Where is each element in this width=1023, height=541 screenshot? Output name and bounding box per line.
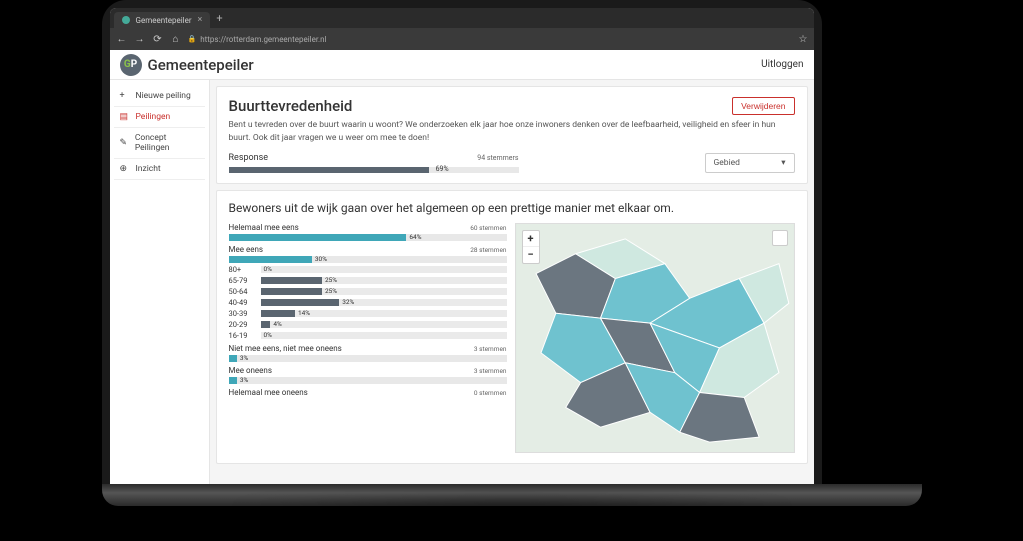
sidebar-item-label: Concept Peilingen xyxy=(135,133,199,153)
answer-count: 0 stemmen xyxy=(474,389,507,397)
browser-tab[interactable]: Gemeentepeiler × xyxy=(114,12,211,28)
answer-count: 3 stemmen xyxy=(474,345,507,353)
age-label: 40-49 xyxy=(229,298,261,307)
age-row: 65-79 25% xyxy=(229,276,507,285)
answer-label: Helemaal mee oneens xyxy=(229,388,308,397)
age-pct: 14% xyxy=(298,309,310,317)
sidebar-item-new-poll[interactable]: + Nieuwe peiling xyxy=(114,86,205,107)
age-pct: 4% xyxy=(273,320,281,328)
answer-label: Niet mee eens, niet mee oneens xyxy=(229,344,342,353)
browser-tab-bar: Gemeentepeiler × + xyxy=(110,8,814,28)
age-label: 20-29 xyxy=(229,320,261,329)
map[interactable]: + − xyxy=(515,223,795,453)
zoom-controls: + − xyxy=(522,230,540,264)
age-label: 65-79 xyxy=(229,276,261,285)
response-progress: 69% xyxy=(229,167,519,173)
age-label: 30-39 xyxy=(229,309,261,318)
age-pct: 25% xyxy=(325,276,337,284)
dashboard-icon: ⊕ xyxy=(120,164,130,174)
home-icon[interactable]: ⌂ xyxy=(170,34,182,45)
brand-name: Gemeentepeiler xyxy=(148,56,254,74)
tab-title: Gemeentepeiler xyxy=(136,16,192,25)
question-card: Bewoners uit de wijk gaan over het algem… xyxy=(216,190,808,464)
poll-header-card: Buurttevredenheid Verwijderen Bent u tev… xyxy=(216,86,808,184)
map-layers-button[interactable] xyxy=(772,230,788,246)
page-title: Buurttevredenheid xyxy=(229,97,353,115)
age-pct: 0% xyxy=(264,265,272,273)
answer-pct: 30% xyxy=(315,255,327,263)
age-label: 16-19 xyxy=(229,331,261,340)
answer-row: Niet mee eens, niet mee oneens 3 stemmen… xyxy=(229,344,507,362)
answer-row: Helemaal mee oneens 0 stemmen xyxy=(229,388,507,397)
sidebar-item-polls[interactable]: ▤ Peilingen xyxy=(114,107,205,128)
answer-count: 3 stemmen xyxy=(474,367,507,375)
response-label: Response xyxy=(229,153,269,163)
zoom-in-button[interactable]: + xyxy=(523,231,539,247)
region-select-value: Gebied xyxy=(714,158,740,168)
age-row: 50-64 25% xyxy=(229,287,507,296)
age-row: 40-49 32% xyxy=(229,298,507,307)
logo: GP xyxy=(120,54,142,76)
lock-icon: 🔒 xyxy=(188,35,197,43)
sidebar-item-insight[interactable]: ⊕ Inzicht xyxy=(114,159,205,180)
forward-icon[interactable]: → xyxy=(134,34,146,45)
answer-label: Mee eens xyxy=(229,245,263,254)
bookmark-icon[interactable]: ☆ xyxy=(799,34,808,45)
logout-link[interactable]: Uitloggen xyxy=(761,59,803,70)
delete-button[interactable]: Verwijderen xyxy=(732,97,794,115)
sidebar-item-label: Peilingen xyxy=(136,112,171,122)
chevron-down-icon: ▾ xyxy=(781,158,785,168)
region-select[interactable]: Gebied ▾ xyxy=(705,153,795,173)
sidebar-item-concept-polls[interactable]: ✎ Concept Peilingen xyxy=(114,128,205,159)
age-row: 80+ 0% xyxy=(229,265,507,274)
age-pct: 0% xyxy=(264,331,272,339)
back-icon[interactable]: ← xyxy=(116,34,128,45)
question-title: Bewoners uit de wijk gaan over het algem… xyxy=(229,201,795,215)
answer-pct: 64% xyxy=(409,233,421,241)
age-pct: 25% xyxy=(325,287,337,295)
age-row: 16-19 0% xyxy=(229,331,507,340)
browser-toolbar: ← → ⟳ ⌂ 🔒 https://rotterdam.gemeentepeil… xyxy=(110,28,814,50)
close-icon[interactable]: × xyxy=(198,15,203,25)
zoom-out-button[interactable]: − xyxy=(523,247,539,263)
sidebar-item-label: Inzicht xyxy=(136,164,161,174)
reload-icon[interactable]: ⟳ xyxy=(152,34,164,45)
answer-row: Mee eens 28 stemmen 30% 80+ 0% xyxy=(229,245,507,340)
sidebar-item-label: Nieuwe peiling xyxy=(136,91,191,101)
edit-icon: ✎ xyxy=(120,138,129,148)
sidebar: + Nieuwe peiling ▤ Peilingen ✎ Concept P… xyxy=(110,80,210,484)
tab-favicon xyxy=(122,16,130,24)
answer-count: 60 stemmen xyxy=(470,224,506,232)
age-label: 50-64 xyxy=(229,287,261,296)
answer-row: Helemaal mee eens 60 stemmen 64% xyxy=(229,223,507,241)
answer-pct: 3% xyxy=(240,376,248,384)
age-label: 80+ xyxy=(229,265,261,274)
age-row: 30-39 14% xyxy=(229,309,507,318)
response-pct: 69% xyxy=(436,165,449,173)
answer-count: 28 stemmen xyxy=(470,246,506,254)
url-field[interactable]: 🔒 https://rotterdam.gemeentepeiler.nl xyxy=(188,35,793,44)
age-pct: 32% xyxy=(342,298,354,306)
answers-column: Helemaal mee eens 60 stemmen 64% xyxy=(229,223,507,453)
content-area: Buurttevredenheid Verwijderen Bent u tev… xyxy=(210,80,814,484)
app-header: GP Gemeentepeiler Uitloggen xyxy=(110,50,814,80)
response-stemmers: 94 stemmers xyxy=(477,154,518,162)
poll-description: Bent u tevreden over de buurt waarin u w… xyxy=(229,119,795,145)
plus-icon: + xyxy=(120,91,130,101)
age-row: 20-29 4% xyxy=(229,320,507,329)
answer-label: Helemaal mee eens xyxy=(229,223,299,232)
answer-pct: 3% xyxy=(240,354,248,362)
url-text: https://rotterdam.gemeentepeiler.nl xyxy=(200,35,326,44)
list-icon: ▤ xyxy=(120,112,130,122)
answer-row: Mee oneens 3 stemmen 3% xyxy=(229,366,507,384)
answer-label: Mee oneens xyxy=(229,366,272,375)
new-tab-button[interactable]: + xyxy=(210,12,228,25)
